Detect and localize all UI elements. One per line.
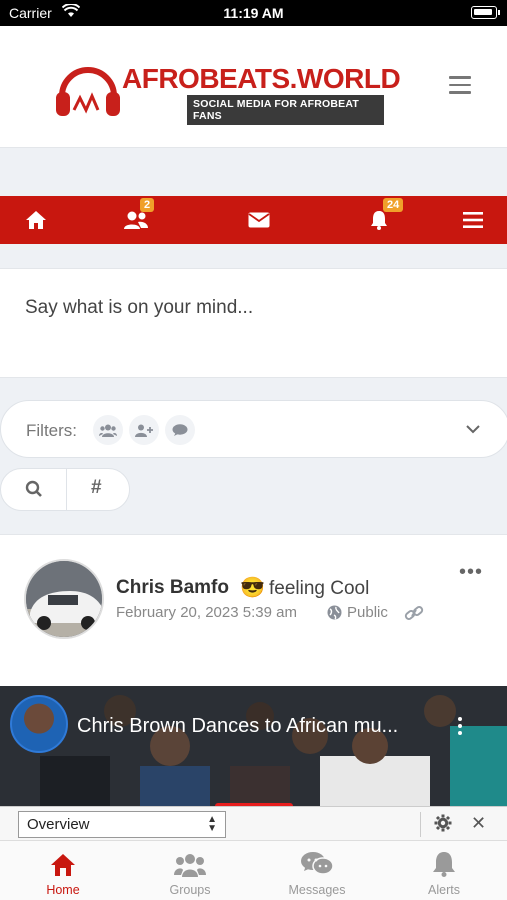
gear-icon[interactable] <box>434 814 452 837</box>
feeling-emoji: 😎 <box>240 577 265 599</box>
clock: 11:19 AM <box>223 5 284 21</box>
headphones-logo-icon <box>56 67 120 116</box>
overview-toolbar: Overview ▲ ▼ ✕ <box>0 806 507 841</box>
post-author-name[interactable]: Chris Bamfo <box>116 577 229 599</box>
nav-messages[interactable] <box>229 196 289 244</box>
composer-placeholder[interactable]: Say what is on your mind... <box>25 297 253 319</box>
tab-messages-label: Messages <box>288 883 346 897</box>
header-menu-icon[interactable] <box>449 76 471 94</box>
groups-icon <box>174 854 206 877</box>
nav-alerts[interactable]: 24 <box>349 196 409 244</box>
battery-icon <box>471 6 500 19</box>
home-icon <box>26 211 46 229</box>
nav-friends[interactable]: 2 <box>106 196 166 244</box>
tab-groups[interactable]: Groups <box>127 841 253 900</box>
brand-name: AFROBEATS.WORLD <box>122 63 401 94</box>
link-icon[interactable] <box>404 605 424 626</box>
search-hashtag-pill: # <box>0 468 130 511</box>
tab-messages[interactable]: Messages <box>254 841 380 900</box>
bell-icon <box>371 211 387 230</box>
chevron-down-icon[interactable] <box>465 421 481 439</box>
group-icon <box>99 424 117 437</box>
author-avatar[interactable] <box>24 559 104 639</box>
video-title[interactable]: Chris Brown Dances to African mu... <box>77 715 398 738</box>
hashtag-icon[interactable]: # <box>91 477 102 499</box>
video-embed[interactable]: Chris Brown Dances to African mu... <box>0 686 507 808</box>
post-privacy: Public <box>327 604 388 621</box>
overview-select[interactable]: Overview ▲ ▼ <box>18 811 226 838</box>
tab-home-label: Home <box>46 883 80 897</box>
post-date[interactable]: February 20, 2023 5:39 am <box>116 604 297 621</box>
close-icon[interactable]: ✕ <box>471 813 486 834</box>
filter-comment-button[interactable] <box>165 415 195 445</box>
bell-icon <box>433 852 455 877</box>
home-icon <box>51 854 75 876</box>
post-composer[interactable]: Say what is on your mind... <box>0 268 507 378</box>
post-feeling: feeling Cool <box>269 578 370 599</box>
tab-groups-label: Groups <box>169 883 211 897</box>
feed-filters[interactable]: Filters: <box>0 400 507 458</box>
channel-avatar[interactable] <box>10 695 68 753</box>
user-plus-icon <box>135 424 153 437</box>
overview-select-value: Overview <box>27 816 90 833</box>
filters-label: Filters: <box>26 421 77 440</box>
tab-alerts[interactable]: Alerts <box>381 841 507 900</box>
bottom-tab-bar: Home Groups Messages Alerts <box>0 841 507 900</box>
chat-icon <box>301 852 334 875</box>
filter-group-button[interactable] <box>93 415 123 445</box>
video-thumbnail <box>0 686 507 808</box>
main-navbar: 2 24 <box>0 196 507 244</box>
menu-icon <box>463 212 483 228</box>
privacy-label: Public <box>347 604 388 621</box>
search-icon[interactable] <box>25 480 43 503</box>
envelope-icon <box>248 212 270 228</box>
globe-icon <box>327 605 342 620</box>
filter-friend-button[interactable] <box>129 415 159 445</box>
tab-alerts-label: Alerts <box>428 883 460 897</box>
site-logo[interactable]: AFROBEATS.WORLD SOCIAL MEDIA FOR AFROBEA… <box>54 60 401 125</box>
nav-menu[interactable] <box>443 196 503 244</box>
pill-divider <box>66 469 67 510</box>
tab-home[interactable]: Home <box>0 841 126 900</box>
nav-home[interactable] <box>6 196 66 244</box>
site-header: AFROBEATS.WORLD SOCIAL MEDIA FOR AFROBEA… <box>0 26 507 148</box>
friends-badge: 2 <box>140 198 155 212</box>
comment-icon <box>172 423 188 436</box>
select-arrows-icon: ▲ ▼ <box>207 814 217 834</box>
toolbar-divider <box>420 812 421 837</box>
post-more-icon[interactable]: ••• <box>459 561 483 584</box>
brand-tagline: SOCIAL MEDIA FOR AFROBEAT FANS <box>187 95 384 125</box>
alerts-badge: 24 <box>383 198 404 212</box>
friends-icon <box>124 211 148 229</box>
video-more-icon[interactable] <box>458 717 462 738</box>
status-bar: Carrier 11:19 AM <box>0 0 507 26</box>
